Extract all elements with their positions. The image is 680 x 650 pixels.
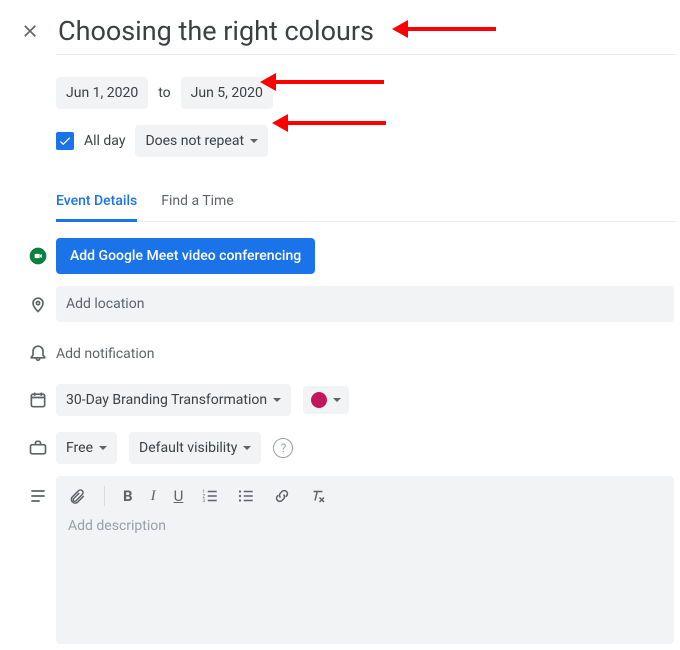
underline-button[interactable]: U xyxy=(174,487,184,505)
description-textarea[interactable]: Add description xyxy=(68,514,662,634)
notification-icon xyxy=(20,342,56,362)
visibility-dropdown[interactable]: Default visibility xyxy=(129,432,261,464)
end-date-chip[interactable]: Jun 5, 2020 xyxy=(181,77,273,109)
briefcase-icon xyxy=(20,438,56,458)
location-icon xyxy=(20,294,56,314)
description-icon xyxy=(20,486,56,506)
recurrence-dropdown[interactable]: Does not repeat xyxy=(135,125,268,157)
tab-event-details[interactable]: Event Details xyxy=(56,193,137,222)
svg-text:3: 3 xyxy=(203,498,206,504)
attach-file-icon[interactable] xyxy=(68,487,86,505)
bulleted-list-button[interactable] xyxy=(237,487,255,505)
calendar-select-label: 30-Day Branding Transformation xyxy=(66,392,267,408)
start-date-chip[interactable]: Jun 1, 2020 xyxy=(56,77,148,109)
chevron-down-icon xyxy=(273,398,281,402)
visibility-help-icon[interactable]: ? xyxy=(273,438,293,458)
add-google-meet-button[interactable]: Add Google Meet video conferencing xyxy=(56,238,315,274)
color-picker-dropdown[interactable] xyxy=(303,386,349,414)
bold-button[interactable]: B xyxy=(123,487,133,505)
add-notification-button[interactable]: Add notification xyxy=(56,346,155,362)
chevron-down-icon xyxy=(99,446,107,450)
color-swatch-icon xyxy=(311,392,327,408)
tab-find-a-time[interactable]: Find a Time xyxy=(161,193,234,221)
location-input[interactable] xyxy=(56,286,674,322)
clear-formatting-button[interactable] xyxy=(309,487,327,505)
chevron-down-icon xyxy=(250,139,258,143)
video-icon xyxy=(20,246,56,266)
insert-link-button[interactable] xyxy=(273,487,291,505)
close-icon[interactable] xyxy=(20,21,40,41)
chevron-down-icon xyxy=(333,398,341,402)
calendar-icon xyxy=(20,390,56,410)
calendar-select-dropdown[interactable]: 30-Day Branding Transformation xyxy=(56,384,291,416)
description-editor[interactable]: B I U 123 xyxy=(56,476,674,644)
availability-dropdown[interactable]: Free xyxy=(56,432,117,464)
visibility-label: Default visibility xyxy=(139,440,237,456)
chevron-down-icon xyxy=(243,446,251,450)
recurrence-label: Does not repeat xyxy=(145,133,244,149)
all-day-checkbox[interactable] xyxy=(56,132,74,150)
numbered-list-button[interactable]: 123 xyxy=(201,487,219,505)
event-title-input[interactable] xyxy=(56,14,616,48)
date-to-label: to xyxy=(158,85,170,101)
all-day-label: All day xyxy=(84,133,125,149)
italic-button[interactable]: I xyxy=(151,488,156,505)
availability-label: Free xyxy=(66,440,93,456)
